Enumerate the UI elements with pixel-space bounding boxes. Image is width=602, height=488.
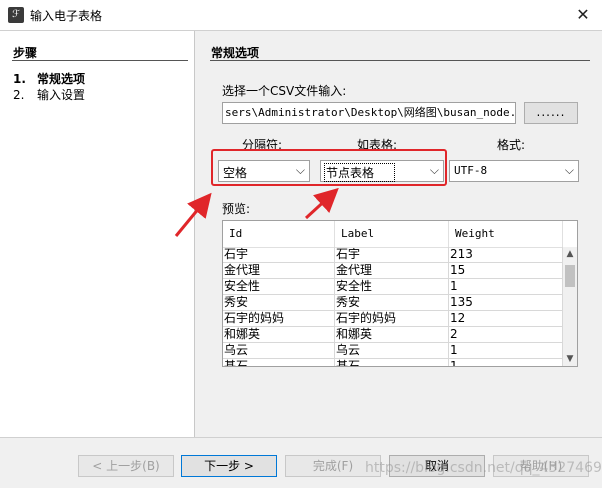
column-header-weight[interactable]: Weight [449,221,563,247]
preview-table[interactable]: Id Label Weight 石宇 石宇 213 金代理 金代理 15 安全性 安全性 1 秀安… [222,220,578,367]
table-row[interactable]: 石宇 石宇 213 [223,247,563,263]
preview-label: 预览: [222,202,251,216]
table-cell: 金代理 [335,263,449,279]
table-cell: 基石 [335,359,449,366]
table-cell: 135 [449,295,563,311]
table-cell: 1 [449,279,563,295]
table-cell: 乌云 [335,343,449,359]
table-cell: 1 [449,359,563,366]
table-cell: 秀安 [335,295,449,311]
prev-button[interactable]: < 上一步(B) [78,455,174,477]
table-cell: 乌云 [223,343,335,359]
table-cell: 石宇的妈妈 [223,311,335,327]
scroll-up-icon[interactable]: ▲ [563,247,577,261]
table-cell: 和娜英 [223,327,335,343]
scroll-thumb[interactable] [565,265,575,287]
table-cell: 2 [449,327,563,343]
table-cell: 和娜英 [335,327,449,343]
watermark-text: https://blog.csdn.net/qq_43274697 [365,460,602,476]
table-row[interactable]: 秀安 秀安 135 [223,295,563,311]
table-cell: 石宇 [223,247,335,263]
scroll-down-icon[interactable]: ▼ [563,352,577,366]
header-corner [563,221,577,247]
table-cell: 12 [449,311,563,327]
next-button[interactable]: 下一步 > [181,455,277,477]
table-cell: 基石 [223,359,335,366]
table-cell: 金代理 [223,263,335,279]
column-header-id[interactable]: Id [223,221,335,247]
table-row[interactable]: 乌云 乌云 1 [223,343,563,359]
annotation-arrow-separator [174,192,212,237]
table-row[interactable]: 和娜英 和娜英 2 [223,327,563,343]
table-cell: 石宇的妈妈 [335,311,449,327]
column-header-label[interactable]: Label [335,221,449,247]
table-cell: 213 [449,247,563,263]
table-cell: 15 [449,263,563,279]
table-row[interactable]: 金代理 金代理 15 [223,263,563,279]
table-row[interactable]: 石宇的妈妈 石宇的妈妈 12 [223,311,563,327]
annotation-arrow-as-table [304,187,339,220]
table-header: Id Label Weight [223,221,563,248]
table-cell: 秀安 [223,295,335,311]
table-row[interactable]: 基石 基石 1 [223,359,563,366]
table-cell: 1 [449,343,563,359]
table-cell: 石宇 [335,247,449,263]
table-cell: 安全性 [335,279,449,295]
table-cell: 安全性 [223,279,335,295]
table-row[interactable]: 安全性 安全性 1 [223,279,563,295]
vertical-scrollbar[interactable]: ▲ ▼ [563,247,577,366]
